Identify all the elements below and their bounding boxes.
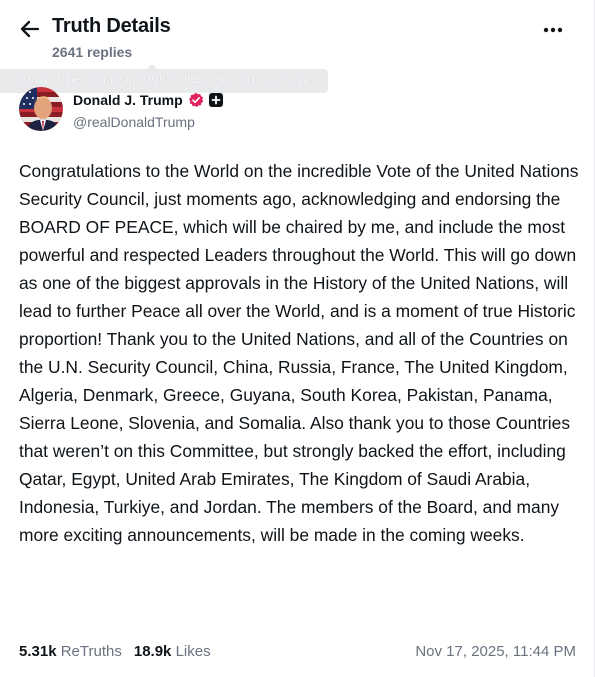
page-header: Truth Details 2641 replies: [0, 0, 595, 70]
arrow-left-icon: [20, 20, 40, 38]
likes-count: 18.9k: [133, 643, 172, 660]
page-title: Truth Details: [52, 15, 171, 37]
tooltip-text: nt may not be accurate if posts have bee…: [17, 75, 320, 86]
author-handle[interactable]: @realDonaldTrump: [73, 114, 195, 130]
retruths-label: ReTruths: [60, 643, 122, 660]
post-timestamp: Nov 17, 2025, 11:44 PM: [415, 643, 576, 660]
replies-count[interactable]: 2641 replies: [52, 44, 132, 60]
more-options-button[interactable]: [540, 18, 566, 42]
retruths-count: 5.31k: [19, 643, 57, 660]
back-button[interactable]: [18, 17, 42, 41]
avatar-image: [19, 87, 63, 131]
likes-label: Likes: [175, 643, 211, 660]
author-name[interactable]: Donald J. Trump: [73, 92, 183, 108]
verified-badge-icon: [188, 92, 204, 108]
post-text: Congratulations to the World on the incr…: [19, 161, 579, 545]
ellipsis-icon: [543, 27, 563, 33]
likes-stat[interactable]: 18.9k Likes: [134, 643, 211, 660]
avatar[interactable]: [19, 87, 63, 131]
truth-details-page: Truth Details 2641 replies nt may not be…: [0, 0, 595, 677]
post-stats: 5.31k ReTruths 18.9k Likes: [19, 643, 211, 660]
plus-badge-icon: [209, 93, 223, 107]
retruths-stat[interactable]: 5.31k ReTruths: [19, 643, 122, 660]
